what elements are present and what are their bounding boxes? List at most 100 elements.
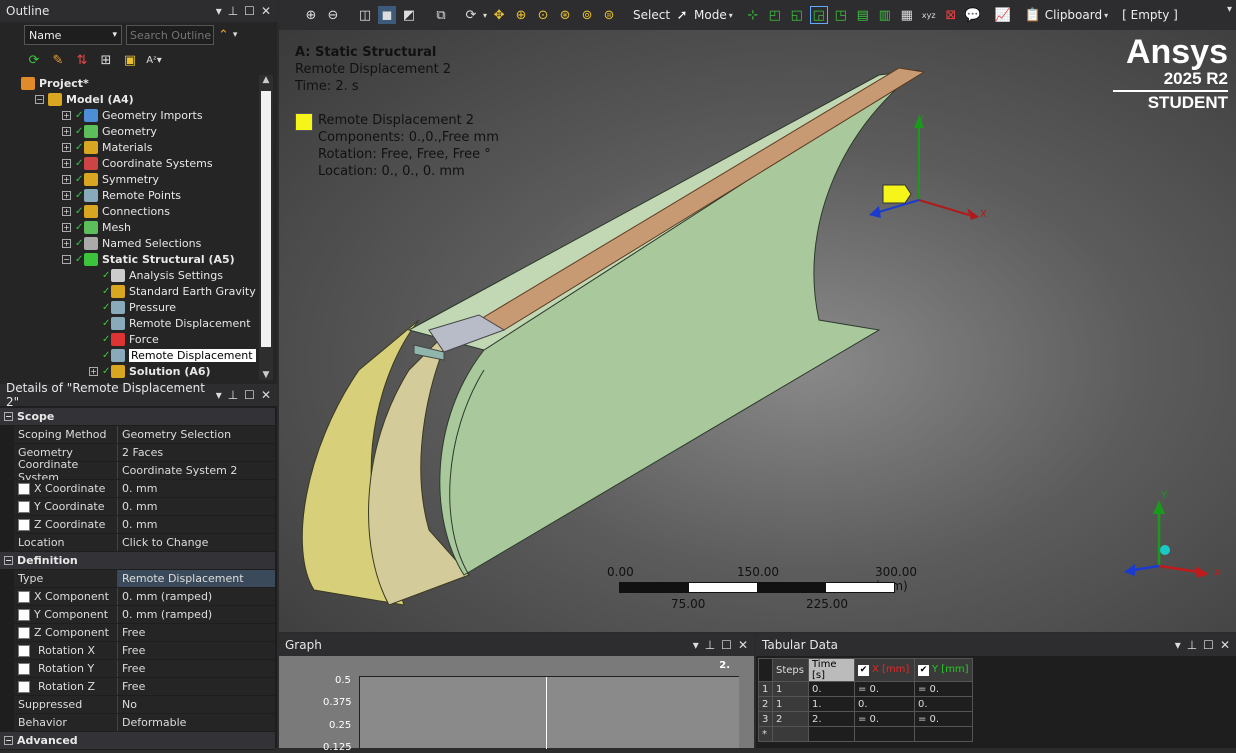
select-node-icon[interactable]: ◳	[832, 6, 850, 24]
search-outline-input[interactable]	[126, 25, 214, 45]
zoom-fit-icon[interactable]: ⊛	[556, 6, 574, 24]
table-cell[interactable]	[854, 726, 915, 742]
details-row[interactable]: Z Coordinate 0. mm	[0, 516, 275, 534]
tree-item[interactable]: + ✓ Geometry	[4, 123, 256, 139]
rotate-icon[interactable]: ⟳	[462, 6, 480, 24]
select-vertex-icon[interactable]: ⊹	[744, 6, 762, 24]
pin-icon[interactable]: ⊥	[705, 638, 715, 652]
tree-item[interactable]: + ✓ Materials	[4, 139, 256, 155]
dropdown-icon[interactable]: ▾	[1175, 638, 1181, 652]
view-icon[interactable]: ⧉	[432, 6, 450, 24]
property-value[interactable]: No	[118, 696, 275, 713]
table-cell[interactable]: 1.	[808, 696, 855, 712]
select-face-icon[interactable]: ◱	[788, 6, 806, 24]
property-value[interactable]: Coordinate System 2	[118, 462, 275, 479]
expand-all-icon[interactable]: ⊞	[97, 51, 115, 69]
magnifier-window-icon[interactable]: ⊜	[600, 6, 618, 24]
table-cell[interactable]: 1	[758, 681, 773, 697]
expand-icon[interactable]: +	[62, 174, 71, 184]
table-cell[interactable]: 1	[772, 681, 809, 697]
tree-item[interactable]: + ✓ Geometry Imports	[4, 107, 256, 123]
eraser-icon[interactable]: ✎	[49, 51, 67, 69]
toolbar-overflow-icon[interactable]: ▾	[1227, 4, 1232, 15]
table-cell[interactable]: 0.	[854, 696, 915, 712]
parameter-checkbox[interactable]	[18, 626, 30, 639]
select-mesh-icon[interactable]: ▦	[898, 6, 916, 24]
property-value[interactable]: Deformable	[118, 714, 275, 731]
tree-item[interactable]: +Project*	[4, 75, 256, 91]
details-row[interactable]: Z Component Free	[0, 624, 275, 642]
table-cell[interactable]	[772, 726, 809, 742]
tree-item[interactable]: − ✓ Static Structural (A5)	[4, 251, 256, 267]
property-value[interactable]: Free	[118, 624, 275, 641]
clipboard-icon[interactable]: 📋	[1024, 6, 1042, 24]
maximize-icon[interactable]: ☐	[721, 638, 732, 652]
details-row[interactable]: Y Coordinate 0. mm	[0, 498, 275, 516]
details-row[interactable]: Rotation Z Free	[0, 678, 275, 696]
column-checkbox[interactable]: ✔	[858, 665, 869, 676]
parameter-checkbox[interactable]	[18, 518, 30, 531]
zoom-in-icon[interactable]: ⊕	[302, 6, 320, 24]
property-value[interactable]: 0. mm (ramped)	[118, 606, 275, 623]
expand-icon[interactable]: +	[62, 206, 71, 216]
tree-item[interactable]: + ✓ Remote Points	[4, 187, 256, 203]
table-cell[interactable]: 2	[758, 696, 773, 712]
collapse-icon[interactable]: −	[4, 556, 13, 565]
expand-icon[interactable]: +	[62, 190, 71, 200]
property-value[interactable]: 0. mm	[118, 480, 275, 497]
select-button[interactable]: Select	[633, 8, 670, 22]
details-row[interactable]: Behavior Deformable	[0, 714, 275, 732]
column-header[interactable]: Steps	[772, 658, 809, 682]
column-header[interactable]: Time [s]	[808, 658, 855, 682]
tree-item[interactable]: ✓ Remote Displacement	[4, 315, 256, 331]
table-cell[interactable]: = 0.	[854, 711, 915, 727]
details-row[interactable]: Y Component 0. mm (ramped)	[0, 606, 275, 624]
xyz-icon[interactable]: xyz	[920, 6, 938, 24]
collapse-icon[interactable]: −	[4, 736, 13, 745]
tree-item[interactable]: + ✓ Named Selections	[4, 235, 256, 251]
expand-icon[interactable]: +	[62, 110, 71, 120]
tree-item[interactable]: + ✓ Connections	[4, 203, 256, 219]
refresh-icon[interactable]: ⟳	[25, 51, 43, 69]
table-cell[interactable]: = 0.	[854, 681, 915, 697]
search-options-icon[interactable]: ⌃	[218, 28, 229, 43]
expand-icon[interactable]: −	[62, 254, 71, 264]
table-row[interactable]: 1 1 0. = 0. = 0.	[758, 681, 973, 697]
details-row[interactable]: Rotation X Free	[0, 642, 275, 660]
parameter-checkbox[interactable]	[18, 590, 30, 603]
table-cell[interactable]: = 0.	[914, 711, 973, 727]
expand-icon[interactable]: +	[62, 222, 71, 232]
maximize-icon[interactable]: ☐	[244, 4, 255, 18]
property-value[interactable]: 0. mm	[118, 516, 275, 533]
pin-icon[interactable]: ⊥	[228, 388, 238, 402]
parameter-checkbox[interactable]	[18, 500, 30, 513]
close-icon[interactable]: ✕	[261, 388, 271, 402]
property-value[interactable]: 0. mm (ramped)	[118, 588, 275, 605]
parameter-checkbox[interactable]	[18, 680, 30, 693]
tabular-table[interactable]: Steps Time [s] ✔ X [mm] ✔ Y [mm] 1 1 0. = 0. = 0. 2…	[758, 658, 973, 742]
edges-icon[interactable]: ◩	[400, 6, 418, 24]
box-zoom-icon[interactable]: ⊙	[534, 6, 552, 24]
select-edge-icon[interactable]: ◰	[766, 6, 784, 24]
expand-icon[interactable]: +	[62, 238, 71, 248]
details-section-header[interactable]: − Advanced	[0, 732, 275, 750]
select-body-icon[interactable]: ◲	[809, 6, 828, 24]
property-value[interactable]: Remote Displacement	[118, 570, 275, 587]
global-triad[interactable]: Y X	[1119, 488, 1229, 588]
details-row[interactable]: X Coordinate 0. mm	[0, 480, 275, 498]
table-cell[interactable]: 0.	[808, 681, 855, 697]
table-cell[interactable]: = 0.	[914, 681, 973, 697]
table-cell[interactable]: 2	[772, 711, 809, 727]
graph-area[interactable]: 2. 0.5 0.375 0.25 0.125	[279, 656, 754, 753]
pin-icon[interactable]: ⊥	[1187, 638, 1197, 652]
shaded-icon[interactable]: ◼	[378, 6, 396, 24]
comment-icon[interactable]: 💬	[964, 6, 982, 24]
details-section-header[interactable]: − Scope	[0, 408, 275, 426]
table-cell[interactable]: 0.	[914, 696, 973, 712]
sort-icon[interactable]: ⇅	[73, 51, 91, 69]
details-row[interactable]: Rotation Y Free	[0, 660, 275, 678]
tree-item[interactable]: + ✓ Symmetry	[4, 171, 256, 187]
maximize-icon[interactable]: ☐	[1203, 638, 1214, 652]
name-filter-select[interactable]: Name ▾	[24, 25, 122, 45]
table-row[interactable]: 3 2 2. = 0. = 0.	[758, 711, 973, 727]
